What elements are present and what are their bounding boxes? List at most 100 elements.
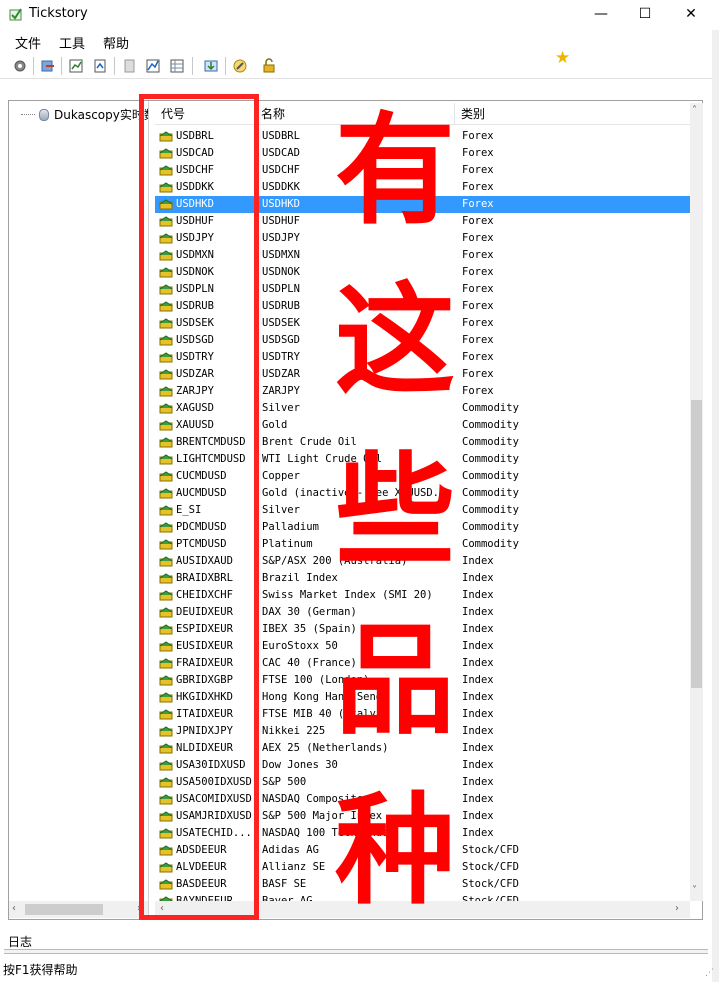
table-row[interactable]: USDHKD USDHKD Forex	[155, 196, 690, 213]
scroll-left-icon[interactable]: ‹	[160, 903, 164, 914]
symbol-name-cell: Nikkei 225	[262, 725, 326, 737]
log-splitter[interactable]	[4, 949, 708, 954]
symbol-category-cell: Commodity	[462, 453, 519, 465]
table-row[interactable]: AUSIDXAUD S&P/ASX 200 (Australia) Index	[155, 553, 690, 570]
table-row[interactable]: HKGIDXHKD Hong Kong Hang Seng Index	[155, 689, 690, 706]
symbol-code-cell: XAUUSD	[159, 417, 257, 434]
table-row[interactable]: USDTRY USDTRY Forex	[155, 349, 690, 366]
table-icon[interactable]	[167, 56, 187, 76]
table-row[interactable]: CUCMDUSD Copper Commodity	[155, 468, 690, 485]
table-row[interactable]: PDCMDUSD Palladium Commodity	[155, 519, 690, 536]
table-row[interactable]: USDRUB USDRUB Forex	[155, 298, 690, 315]
table-row[interactable]: USDDKK USDDKK Forex	[155, 179, 690, 196]
table-row[interactable]: USDZAR USDZAR Forex	[155, 366, 690, 383]
table-row[interactable]: JPNIDXJPY Nikkei 225 Index	[155, 723, 690, 740]
symbol-icon	[159, 284, 173, 295]
table-row[interactable]: PTCMDUSD Platinum Commodity	[155, 536, 690, 553]
data-source-tree: Dukascopy实时数 ‹ ›	[9, 101, 149, 919]
table-row[interactable]: BRAIDXBRL Brazil Index Index	[155, 570, 690, 587]
table-row[interactable]: AUCMDUSD Gold (inactive - see XAUUSD... Co…	[155, 485, 690, 502]
symbol-code-cell: GBRIDXGBP	[159, 672, 257, 689]
symbol-code-cell: USACOMIDXUSD	[159, 791, 257, 808]
scroll-down-icon[interactable]: ˅	[692, 885, 697, 896]
table-row[interactable]: USDSGD USDSGD Forex	[155, 332, 690, 349]
favorite-star-icon[interactable]: ★	[555, 48, 570, 68]
table-row[interactable]: FRAIDXEUR CAC 40 (France) Index	[155, 655, 690, 672]
symbol-category-cell: Index	[462, 555, 494, 567]
table-row[interactable]: USATECHID... NASDAQ 100 Tech Index Index	[155, 825, 690, 842]
tree-horizontal-scrollbar[interactable]: ‹ ›	[9, 901, 148, 918]
symbol-code-cell: HKGIDXHKD	[159, 689, 257, 706]
close-button[interactable]: ✕	[668, 0, 714, 28]
scroll-right-icon[interactable]: ›	[137, 903, 141, 914]
lock-icon[interactable]	[259, 56, 279, 76]
table-row[interactable]: USDPLN USDPLN Forex	[155, 281, 690, 298]
table-row[interactable]: LIGHTCMDUSD WTI Light Crude Oil Commodity	[155, 451, 690, 468]
resize-grip-icon[interactable]: ⋰	[705, 968, 714, 978]
table-row[interactable]: XAGUSD Silver Commodity	[155, 400, 690, 417]
minimize-button[interactable]: —	[578, 0, 624, 28]
table-row[interactable]: USDCHF USDCHF Forex	[155, 162, 690, 179]
symbol-code-cell: EUSIDXEUR	[159, 638, 257, 655]
tree-scroll-thumb[interactable]	[25, 904, 103, 915]
symbol-code-cell: BAYNDEEUR	[159, 893, 257, 901]
table-row[interactable]: BRENTCMDUSD Brent Crude Oil Commodity	[155, 434, 690, 451]
symbol-icon	[159, 794, 173, 805]
table-row[interactable]: USDJPY USDJPY Forex	[155, 230, 690, 247]
table-row[interactable]: USA30IDXUSD Dow Jones 30 Index	[155, 757, 690, 774]
table-row[interactable]: EUSIDXEUR EuroStoxx 50 Index	[155, 638, 690, 655]
table-row[interactable]: USDBRL USDBRL Forex	[155, 128, 690, 145]
export-icon[interactable]	[90, 56, 110, 76]
list-horizontal-scrollbar[interactable]: ‹ ›	[155, 901, 690, 918]
table-row[interactable]: ESPIDXEUR IBEX 35 (Spain) Index	[155, 621, 690, 638]
symbol-code-cell: USDMXN	[159, 247, 257, 264]
symbol-name-cell: Gold (inactive - see XAUUSD...	[262, 487, 452, 499]
table-row[interactable]: USACOMIDXUSD NASDAQ Composite Index	[155, 791, 690, 808]
table-row[interactable]: USDMXN USDMXN Forex	[155, 247, 690, 264]
maximize-button[interactable]: ☐	[622, 0, 668, 28]
table-row[interactable]: DEUIDXEUR DAX 30 (German) Index	[155, 604, 690, 621]
table-row[interactable]: ZARJPY ZARJPY Forex	[155, 383, 690, 400]
symbol-category-cell: Commodity	[462, 419, 519, 431]
table-row[interactable]: BAYNDEEUR Bayer AG Stock/CFD	[155, 893, 690, 901]
list-scroll-thumb[interactable]	[691, 400, 702, 688]
table-row[interactable]: CHEIDXCHF Swiss Market Index (SMI 20) Inde…	[155, 587, 690, 604]
download-icon[interactable]	[201, 56, 221, 76]
symbol-icon	[159, 658, 173, 669]
table-row[interactable]: USDNOK USDNOK Forex	[155, 264, 690, 281]
symbol-category-cell: Commodity	[462, 521, 519, 533]
table-row[interactable]: GBRIDXGBP FTSE 100 (London) Index	[155, 672, 690, 689]
chart-icon[interactable]	[143, 56, 163, 76]
table-row[interactable]: USA500IDXUSD S&P 500 Index	[155, 774, 690, 791]
import-icon[interactable]	[66, 56, 86, 76]
column-header-name[interactable]: 名称	[255, 103, 455, 125]
table-row[interactable]: USAMJRIDXUSD S&P 500 Major Index Index	[155, 808, 690, 825]
settings-icon[interactable]	[10, 56, 30, 76]
menu-help[interactable]: 帮助	[103, 33, 129, 52]
table-row[interactable]: USDHUF USDHUF Forex	[155, 213, 690, 230]
edit-icon[interactable]	[230, 56, 250, 76]
scroll-left-icon[interactable]: ‹	[12, 903, 16, 914]
refresh-icon[interactable]	[38, 56, 58, 76]
list-vertical-scrollbar[interactable]: ˄ ˅	[690, 103, 703, 901]
document-icon[interactable]	[119, 56, 139, 76]
table-row[interactable]: ALVDEEUR Allianz SE Stock/CFD	[155, 859, 690, 876]
table-row[interactable]: USDCAD USDCAD Forex	[155, 145, 690, 162]
table-row[interactable]: E_SI Silver Commodity	[155, 502, 690, 519]
table-row[interactable]: XAUUSD Gold Commodity	[155, 417, 690, 434]
toolbar-search-box[interactable]	[444, 55, 550, 75]
menu-tools[interactable]: 工具	[59, 33, 85, 52]
menu-file[interactable]: 文件	[15, 33, 41, 52]
table-row[interactable]: ADSDEEUR Adidas AG Stock/CFD	[155, 842, 690, 859]
table-row[interactable]: BASDEEUR BASF SE Stock/CFD	[155, 876, 690, 893]
column-header-code[interactable]: 代号	[155, 103, 255, 125]
table-row[interactable]: ITAIDXEUR FTSE MIB 40 (Italy) Index	[155, 706, 690, 723]
column-header-category[interactable]: 类别	[455, 103, 690, 125]
symbol-icon	[159, 505, 173, 516]
table-row[interactable]: USDSEK USDSEK Forex	[155, 315, 690, 332]
table-row[interactable]: NLDIDXEUR AEX 25 (Netherlands) Index	[155, 740, 690, 757]
scroll-right-icon[interactable]: ›	[675, 903, 679, 914]
scroll-up-icon[interactable]: ˄	[692, 105, 697, 116]
tree-node-dukascopy[interactable]: Dukascopy实时数	[21, 106, 148, 123]
symbol-category-cell: Forex	[462, 385, 494, 397]
